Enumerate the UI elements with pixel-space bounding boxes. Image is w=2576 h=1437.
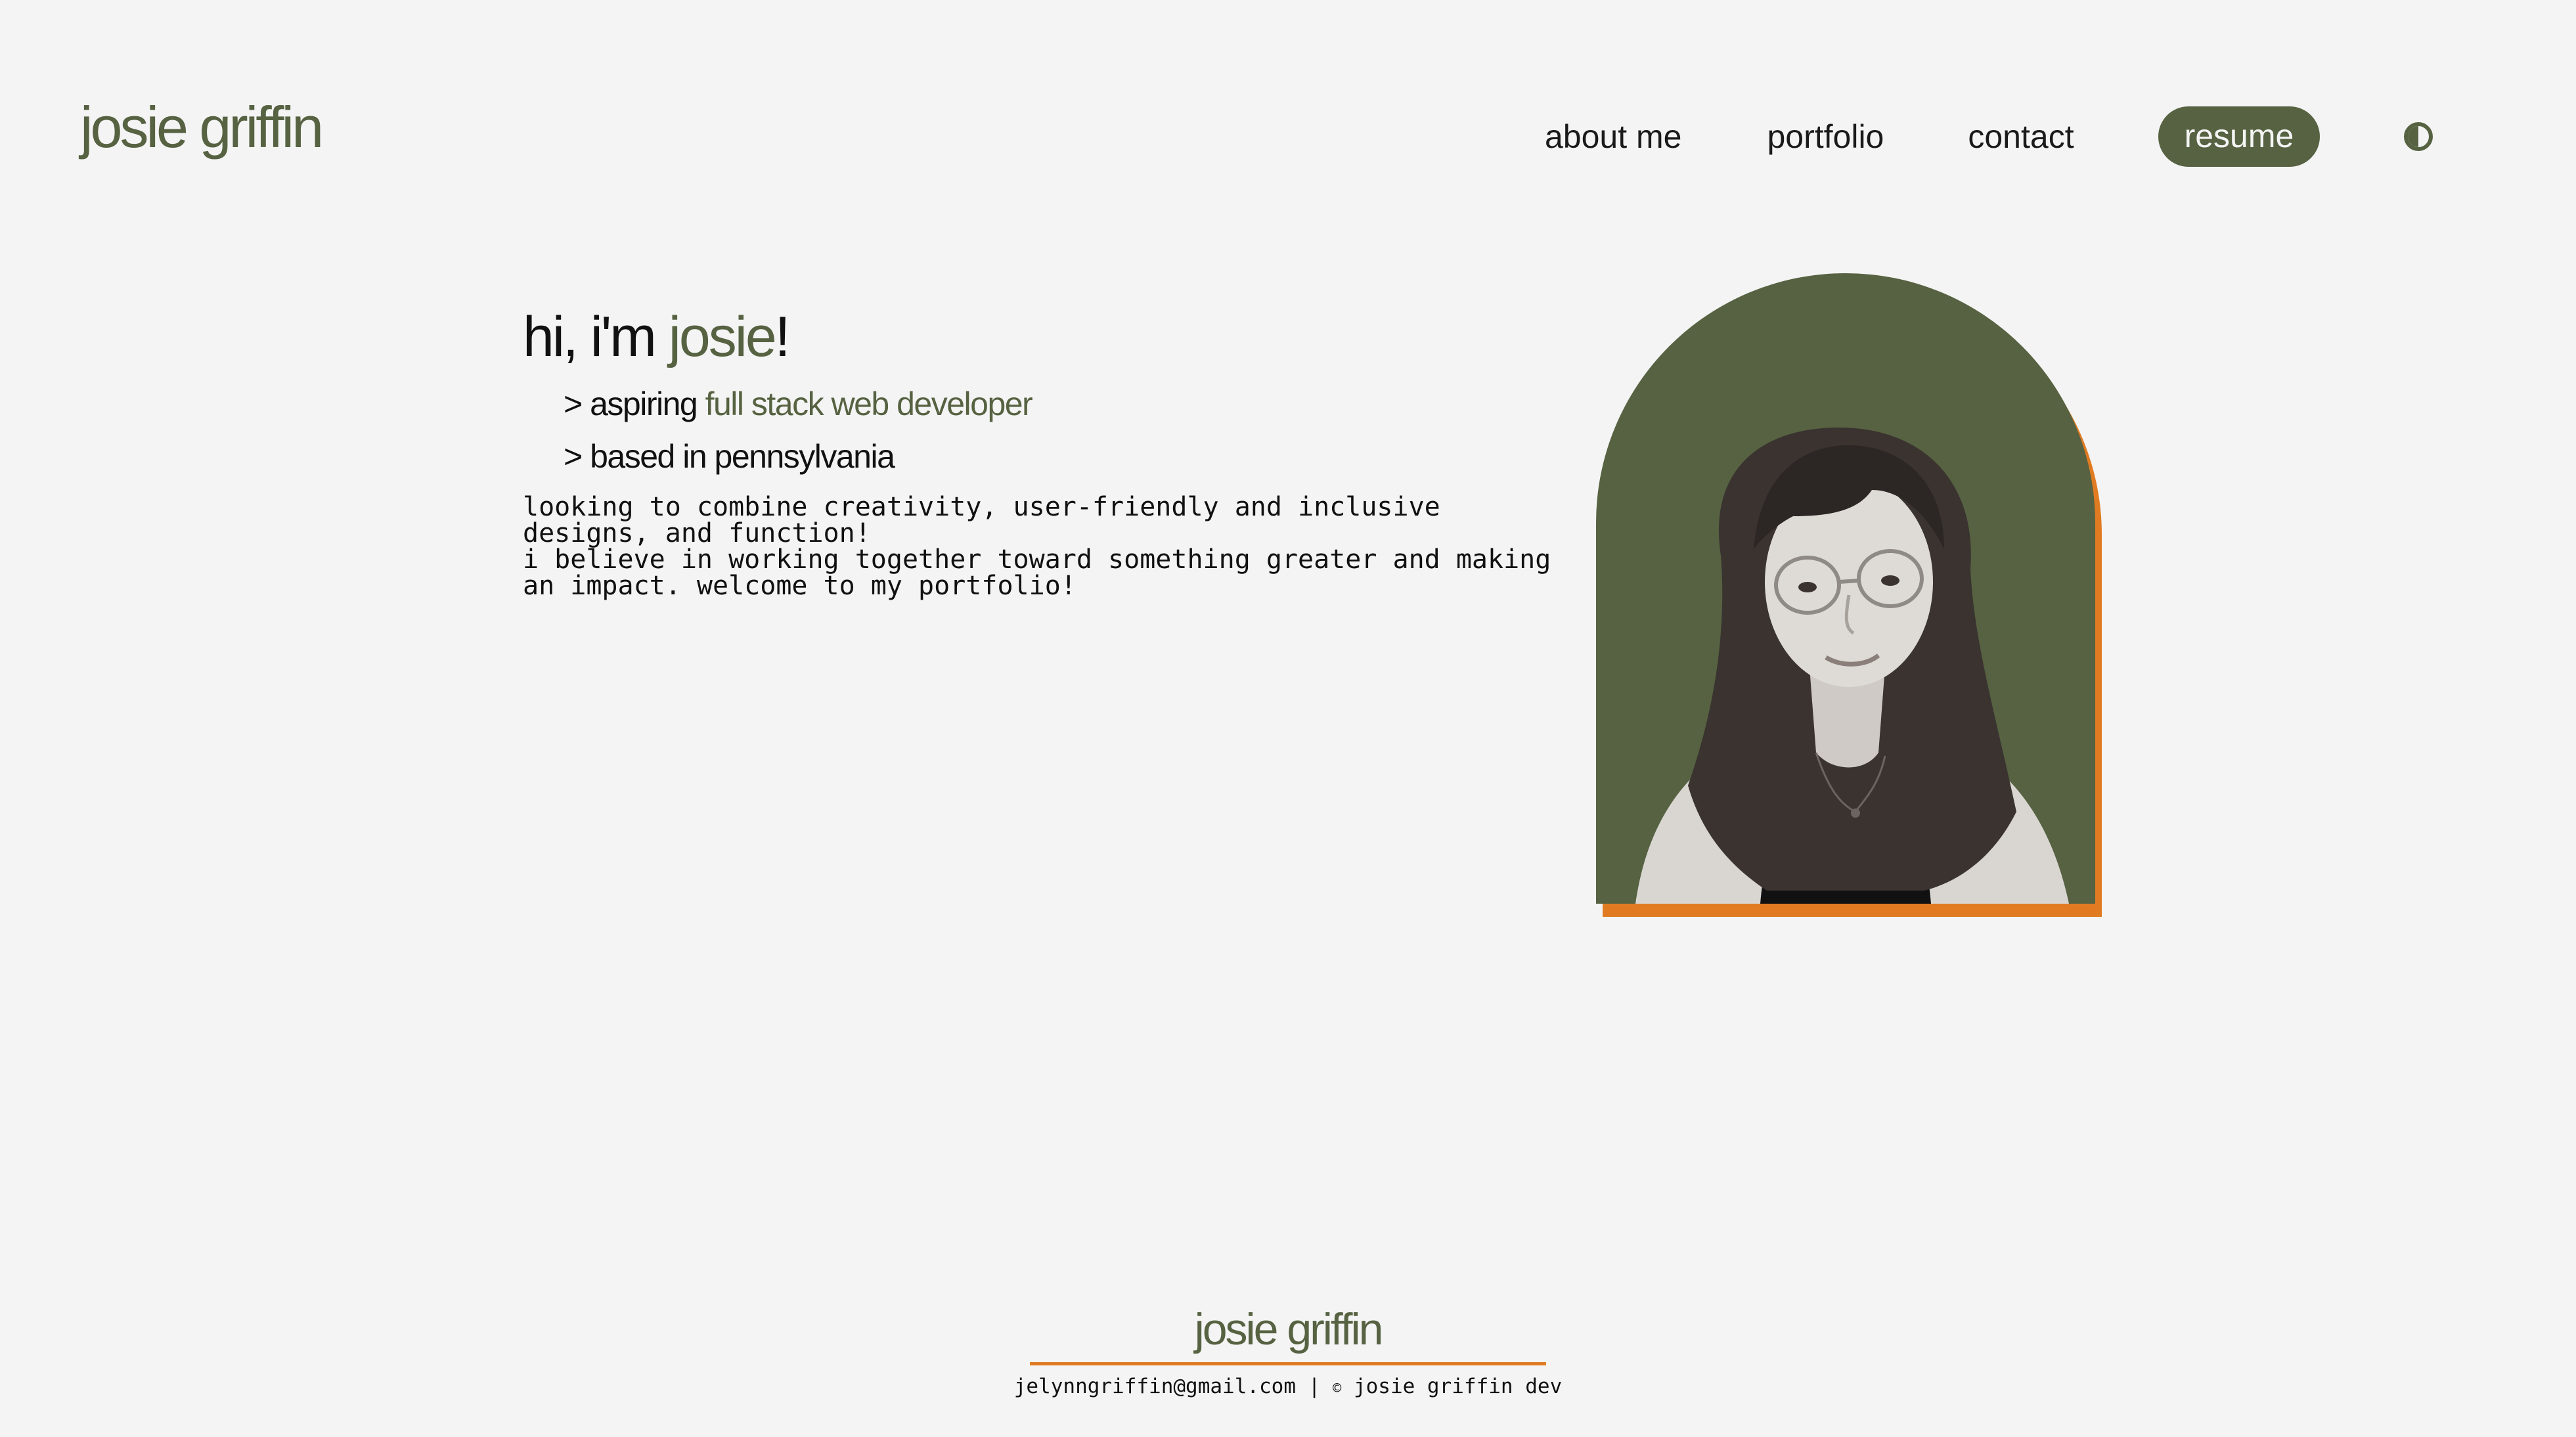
portrait-photo (1596, 273, 2095, 904)
hero-greeting-name: josie (668, 305, 777, 368)
hero-description-paragraph-1: looking to combine creativity, user-frie… (523, 492, 1440, 548)
hero-heading: hi, i'm josie! (523, 309, 791, 365)
hero-greeting-suffix: ! (774, 305, 791, 368)
copyright-icon: © (1333, 1381, 1342, 1397)
portrait-frame (1596, 273, 2102, 918)
main-nav: about me portfolio contact resume (1545, 105, 2433, 168)
hero-description-paragraph-2: i believe in working together toward som… (523, 544, 1551, 601)
page: josie griffin about me portfolio contact… (0, 0, 2576, 1437)
footer-meta: jelynngriffin@gmail.com | © josie griffi… (0, 1377, 2576, 1397)
nav-resume-button[interactable]: resume (2158, 106, 2321, 167)
footer-separator: | (1308, 1375, 1321, 1398)
hero-location-line: > based in pennsylvania (564, 438, 895, 475)
hero-role-title: full stack web developer (705, 386, 1033, 422)
footer-divider (1030, 1362, 1546, 1365)
footer-email[interactable]: jelynngriffin@gmail.com (1014, 1375, 1296, 1398)
site-logo[interactable]: josie griffin (80, 99, 324, 156)
hero-role-line: > aspiring full stack web developer (564, 386, 1033, 422)
footer-logo: josie griffin (1194, 1304, 1384, 1354)
nav-about-me[interactable]: about me (1545, 120, 1681, 153)
portrait-illustration (1635, 428, 2069, 904)
hero-greeting-prefix: hi, i'm (523, 305, 669, 368)
contrast-icon[interactable] (2404, 122, 2433, 151)
hero-description: looking to combine creativity, user-frie… (523, 494, 1574, 599)
nav-contact[interactable]: contact (1968, 120, 2074, 153)
hero-role-prefix: > aspiring (564, 386, 705, 422)
footer-credit: josie griffin dev (1353, 1375, 1563, 1398)
nav-portfolio[interactable]: portfolio (1767, 120, 1884, 153)
